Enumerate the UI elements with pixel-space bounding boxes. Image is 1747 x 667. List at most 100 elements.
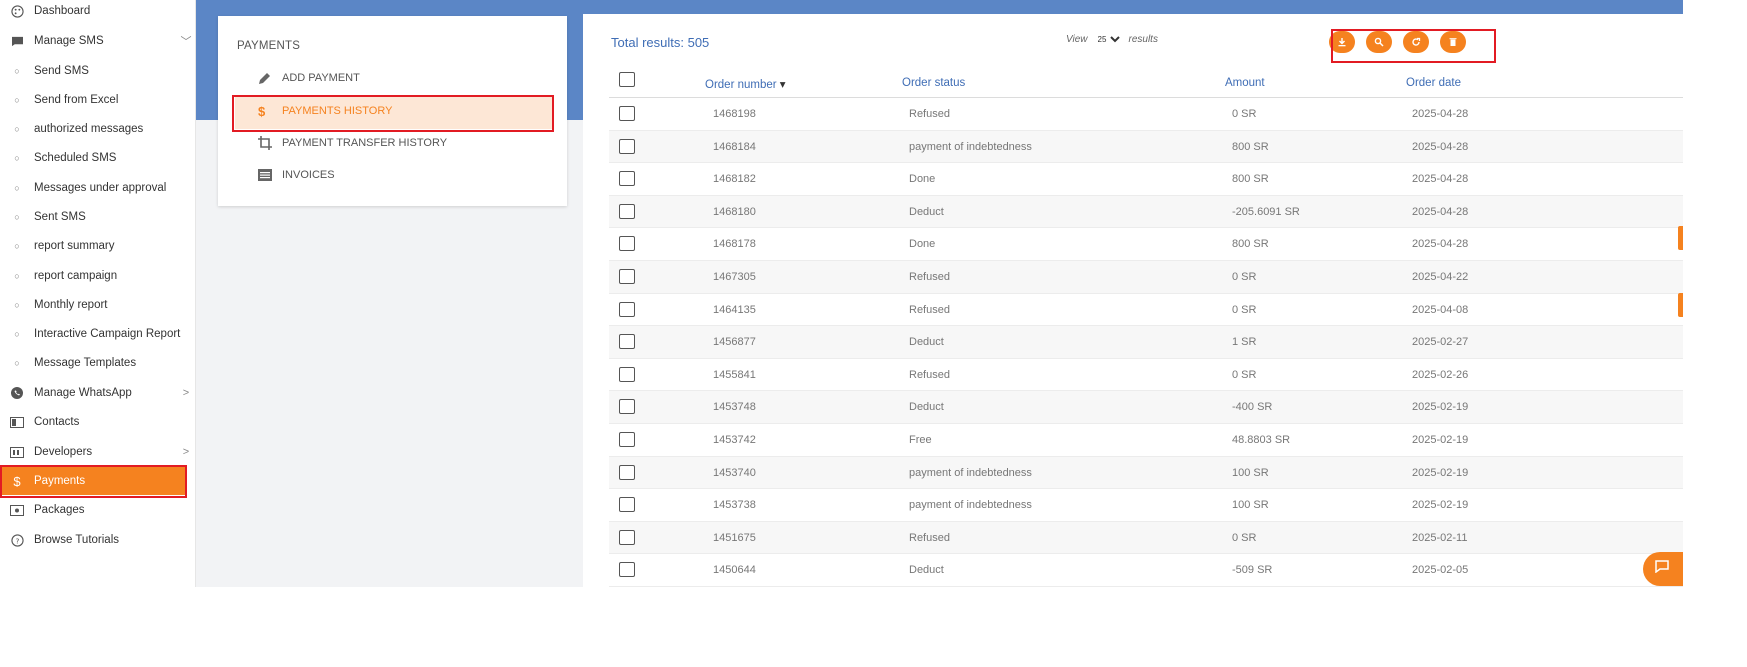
sidebar-item-label: Manage SMS bbox=[34, 35, 104, 47]
table-row[interactable]: 1456877 Deduct 1 SR 2025-02-27 bbox=[609, 326, 1683, 359]
row-checkbox[interactable] bbox=[619, 269, 635, 284]
row-checkbox[interactable] bbox=[619, 399, 635, 415]
select-all-checkbox[interactable] bbox=[619, 72, 635, 87]
row-checkbox[interactable] bbox=[619, 464, 635, 480]
cell-order-date: 2025-02-19 bbox=[1412, 466, 1469, 479]
table-row[interactable]: 1464135 Refused 0 SR 2025-04-08 bbox=[609, 294, 1683, 327]
cell-order-date: 2025-02-19 bbox=[1412, 434, 1469, 446]
cell-amount: 800 SR bbox=[1232, 140, 1269, 153]
cell-order-number: 1453738 bbox=[713, 499, 756, 512]
row-checkbox[interactable] bbox=[619, 301, 635, 317]
cell-amount: 0 SR bbox=[1232, 368, 1257, 381]
cell-order-date: 2025-02-26 bbox=[1412, 368, 1469, 381]
sidebar-item-label: report summary bbox=[34, 240, 115, 252]
table-row[interactable]: 1468182 Done 800 SR 2025-04-28 bbox=[609, 163, 1683, 196]
bullet-icon: ○ bbox=[14, 66, 20, 76]
sidebar-item-label: Send SMS bbox=[34, 65, 89, 77]
column-order-date[interactable]: Order date bbox=[1406, 77, 1461, 89]
bullet-icon: ○ bbox=[14, 124, 20, 134]
sidebar-item-sent-sms[interactable]: ○ Sent SMS bbox=[0, 203, 196, 231]
table-row[interactable]: 1468184 payment of indebtedness 800 SR 2… bbox=[609, 130, 1683, 164]
cell-order-date: 2025-02-27 bbox=[1412, 336, 1469, 349]
table-row[interactable]: 1468198 Refused 0 SR 2025-04-28 bbox=[609, 98, 1683, 131]
cell-order-status: Refused bbox=[909, 368, 950, 381]
cell-amount: 0 SR bbox=[1232, 271, 1257, 283]
page-size-select[interactable]: 25 bbox=[1093, 32, 1123, 46]
cell-amount: 1 SR bbox=[1232, 336, 1257, 349]
row-checkbox[interactable] bbox=[619, 171, 635, 187]
row-checkbox[interactable] bbox=[619, 497, 635, 513]
side-tab[interactable] bbox=[1678, 293, 1683, 317]
total-results: Total results: 505 bbox=[611, 35, 710, 50]
svg-text:?: ? bbox=[15, 536, 19, 545]
cell-order-status: Deduct bbox=[909, 205, 944, 218]
table-row[interactable]: 1468180 Deduct -205.6091 SR 2025-04-28 bbox=[609, 195, 1683, 229]
cell-amount: -205.6091 SR bbox=[1232, 205, 1300, 218]
sidebar-item-contacts[interactable]: Contacts bbox=[0, 408, 196, 436]
bullet-icon: ○ bbox=[14, 153, 20, 163]
sidebar-item-send-sms[interactable]: ○ Send SMS bbox=[0, 57, 196, 85]
table-row[interactable]: 1467305 Refused 0 SR 2025-04-22 bbox=[609, 261, 1683, 294]
sidebar-item-manage-whatsapp[interactable]: Manage WhatsApp > bbox=[0, 379, 196, 407]
cell-order-status: payment of indebtedness bbox=[909, 499, 1032, 512]
cell-order-number: 1453742 bbox=[713, 434, 756, 446]
sidebar-item-label: Sent SMS bbox=[34, 211, 86, 223]
side-tab[interactable] bbox=[1678, 226, 1683, 250]
row-checkbox[interactable] bbox=[619, 366, 635, 382]
sidebar-item-browse-tutorials[interactable]: ? Browse Tutorials bbox=[0, 526, 196, 554]
pencil-icon bbox=[258, 71, 282, 85]
cell-amount: 100 SR bbox=[1232, 499, 1269, 512]
table-row[interactable]: 1453742 Free 48.8803 SR 2025-02-19 bbox=[609, 424, 1683, 457]
row-checkbox[interactable] bbox=[619, 106, 635, 121]
menu-item-label: PAYMENT TRANSFER HISTORY bbox=[282, 137, 448, 149]
sidebar-item-send-from-excel[interactable]: ○ Send from Excel bbox=[0, 86, 196, 114]
row-checkbox[interactable] bbox=[619, 334, 635, 350]
column-order-number[interactable]: Order number ▾ bbox=[705, 77, 786, 91]
menu-item-payment-transfer-history[interactable]: PAYMENT TRANSFER HISTORY bbox=[258, 132, 447, 154]
message-icon bbox=[0, 36, 34, 47]
column-order-status[interactable]: Order status bbox=[902, 77, 965, 89]
table-row[interactable]: 1468178 Done 800 SR 2025-04-28 bbox=[609, 228, 1683, 261]
sidebar-item-interactive-campaign-report[interactable]: ○ Interactive Campaign Report bbox=[0, 320, 196, 348]
row-checkbox[interactable] bbox=[619, 203, 635, 219]
cell-order-date: 2025-04-28 bbox=[1412, 238, 1469, 251]
table-row[interactable]: 1455841 Refused 0 SR 2025-02-26 bbox=[609, 359, 1683, 392]
row-checkbox[interactable] bbox=[619, 562, 635, 578]
sidebar-item-label: Scheduled SMS bbox=[34, 152, 117, 164]
sidebar-item-report-campaign[interactable]: ○ report campaign bbox=[0, 262, 196, 290]
cell-order-status: Deduct bbox=[909, 336, 944, 349]
sidebar-item-manage-sms[interactable]: Manage SMS ﹀ bbox=[0, 27, 196, 55]
menu-item-invoices[interactable]: INVOICES bbox=[258, 164, 335, 186]
table-row[interactable]: 1453738 payment of indebtedness 100 SR 2… bbox=[609, 489, 1683, 522]
table-row[interactable]: 1450644 Deduct -509 SR 2025-02-05 bbox=[609, 554, 1683, 587]
menu-item-add-payment[interactable]: ADD PAYMENT bbox=[258, 67, 360, 89]
sidebar-item-message-templates[interactable]: ○ Message Templates bbox=[0, 349, 196, 377]
sidebar-item-authorized-messages[interactable]: ○ authorized messages bbox=[0, 115, 196, 143]
row-checkbox[interactable] bbox=[619, 138, 635, 154]
sidebar-item-scheduled-sms[interactable]: ○ Scheduled SMS bbox=[0, 144, 196, 172]
cell-order-number: 1468178 bbox=[713, 238, 756, 251]
table-row[interactable]: 1453740 payment of indebtedness 100 SR 2… bbox=[609, 456, 1683, 490]
contacts-icon bbox=[0, 416, 34, 428]
cell-amount: 100 SR bbox=[1232, 466, 1269, 479]
column-label: Order number bbox=[705, 79, 777, 91]
sidebar-item-monthly-report[interactable]: ○ Monthly report bbox=[0, 291, 196, 319]
table-row[interactable]: 1451675 Refused 0 SR 2025-02-11 bbox=[609, 521, 1683, 555]
table-row[interactable]: 1453748 Deduct -400 SR 2025-02-19 bbox=[609, 391, 1683, 424]
row-checkbox[interactable] bbox=[619, 529, 635, 545]
row-checkbox[interactable] bbox=[619, 432, 635, 447]
cell-order-number: 1450644 bbox=[713, 564, 756, 577]
row-checkbox[interactable] bbox=[619, 236, 635, 252]
sidebar-item-label: Browse Tutorials bbox=[34, 534, 120, 546]
cell-order-status: Deduct bbox=[909, 564, 944, 577]
header-band-right bbox=[584, 0, 1683, 14]
chat-button[interactable] bbox=[1643, 552, 1683, 586]
column-amount[interactable]: Amount bbox=[1225, 77, 1265, 89]
sidebar-item-developers[interactable]: Developers > bbox=[0, 438, 196, 466]
sidebar-item-label: Dashboard bbox=[34, 5, 91, 17]
sidebar-item-dashboard[interactable]: Dashboard bbox=[0, 0, 196, 25]
cell-order-status: payment of indebtedness bbox=[909, 466, 1032, 479]
sidebar-item-packages[interactable]: Packages bbox=[0, 496, 196, 524]
sidebar-item-report-summary[interactable]: ○ report summary bbox=[0, 232, 196, 260]
sidebar-item-messages-under-approval[interactable]: ○ Messages under approval bbox=[0, 174, 196, 202]
